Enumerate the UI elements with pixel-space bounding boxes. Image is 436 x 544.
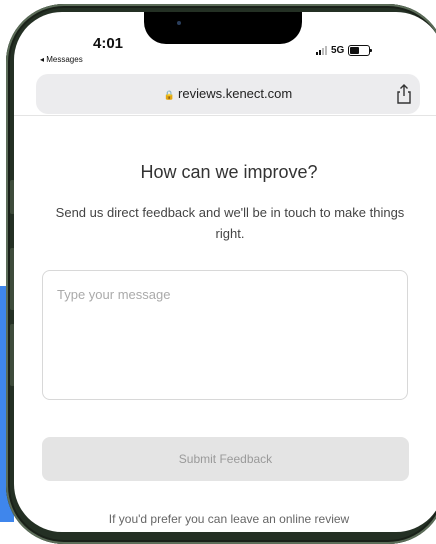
url-display[interactable]: 🔒 reviews.kenect.com [36, 86, 420, 101]
url-text: reviews.kenect.com [178, 86, 293, 101]
signal-icon [316, 45, 327, 55]
header-divider [14, 115, 436, 116]
notch [144, 12, 302, 44]
feedback-message-input[interactable] [42, 270, 408, 400]
page-subtext: Send us direct feedback and we'll be in … [55, 205, 405, 241]
online-review-text: If you'd prefer you can leave an online … [108, 512, 350, 526]
status-time: 4:01 [93, 35, 124, 52]
back-to-messages-link[interactable]: ◂ Messages [40, 55, 83, 64]
network-label: 5G [331, 44, 345, 56]
share-icon[interactable] [395, 83, 413, 105]
battery-icon [348, 44, 373, 56]
lock-icon: 🔒 [163, 90, 176, 100]
address-bar[interactable]: 🔒 reviews.kenect.com [36, 74, 420, 114]
status-indicators: 5G [316, 43, 373, 57]
page-title: How can we improve? [140, 162, 318, 182]
submit-feedback-button[interactable]: Submit Feedback [42, 437, 409, 481]
camera-dot [177, 21, 181, 25]
phone-screen: 4:01 ◂ Messages 5G 🔒 reviews.kenect.com H… [14, 12, 436, 532]
